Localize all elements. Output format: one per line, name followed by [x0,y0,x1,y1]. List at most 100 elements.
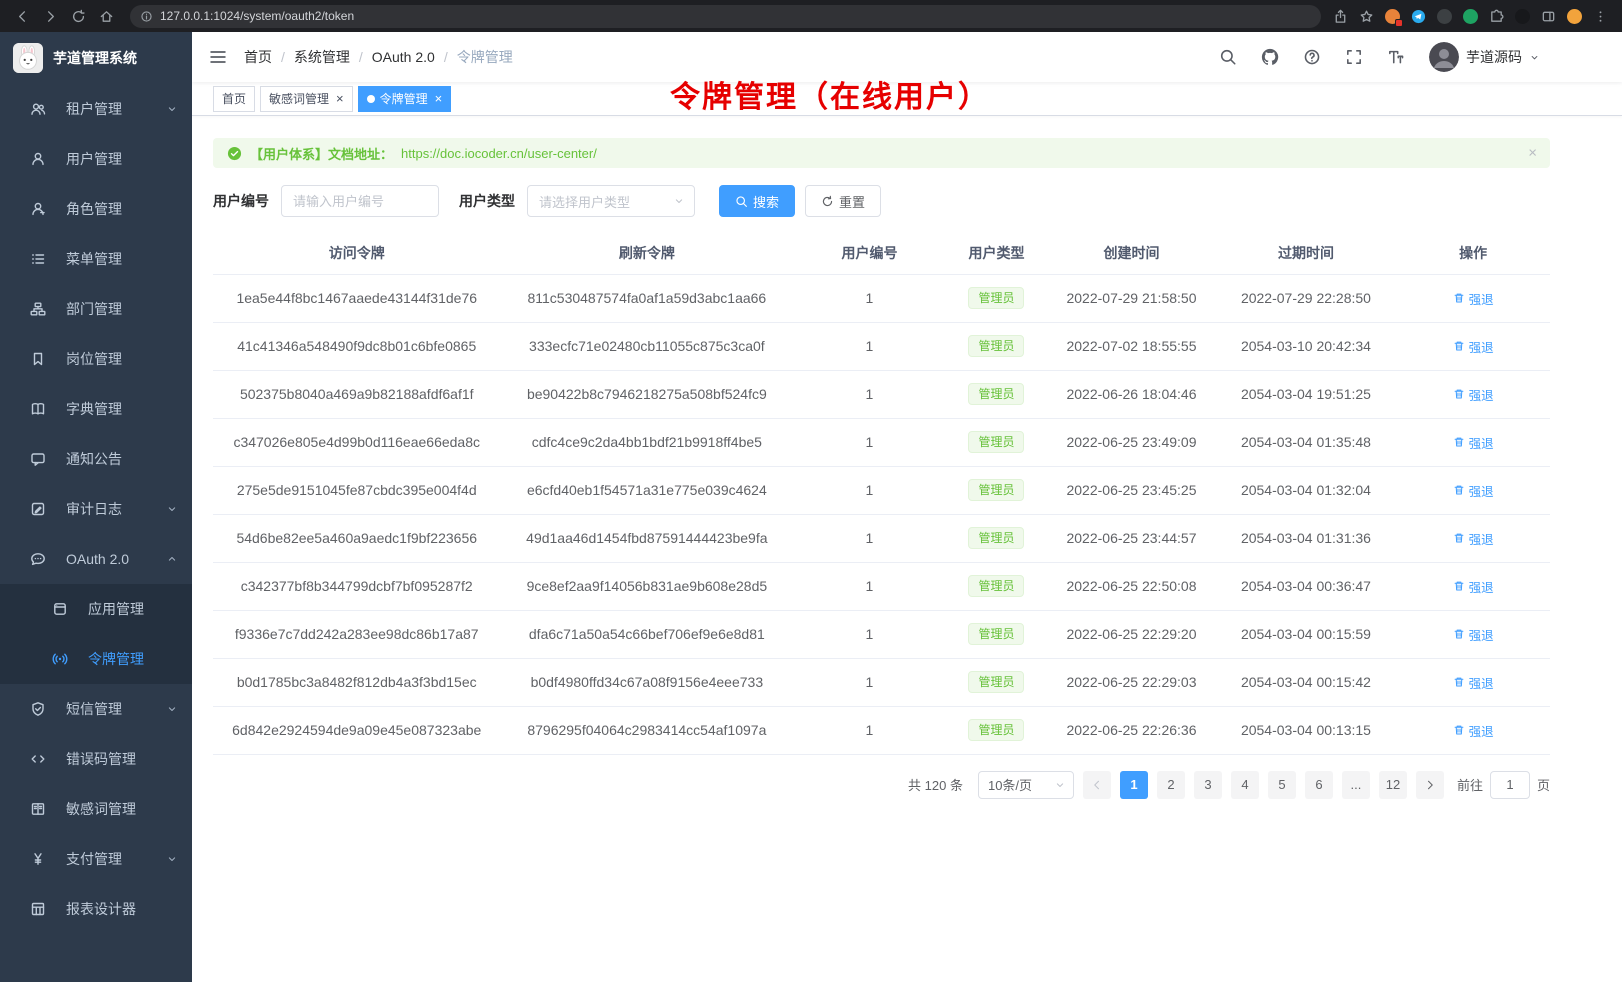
force-logout-button[interactable]: 强退 [1453,481,1494,500]
goto-page-input[interactable] [1490,771,1530,799]
user-type-cell: 管理员 [946,658,1048,706]
browser-nav-buttons [10,4,118,28]
reload-icon[interactable] [66,4,90,28]
table-row: f9336e7c7dd242a283ee98dc86b17a87dfa6c71a… [213,610,1550,658]
expire-time-cell: 2054-03-04 19:51:25 [1216,370,1396,418]
user-id-cell: 1 [793,610,945,658]
app-logo[interactable]: 芋道管理系统 [0,32,192,84]
search-icon[interactable] [1219,48,1237,66]
submenu-oauth2: 应用管理令牌管理 [0,584,192,684]
bookmark-star-icon[interactable] [1359,9,1374,24]
sidebar-item-dict[interactable]: 字典管理 [0,384,192,434]
access-token-cell: 275e5de9151045fe87cbdc395e004f4d [213,466,500,514]
force-logout-button[interactable]: 强退 [1453,385,1494,404]
browser-menu-icon[interactable] [1593,9,1608,24]
sidebar-item-oauth2[interactable]: OAuth 2.0 [0,534,192,584]
caret-up-icon [166,553,178,565]
annotation-text: 令牌管理（在线用户） [670,72,990,116]
github-icon[interactable] [1261,48,1279,66]
active-tab-dot [367,95,375,103]
user-type-label: 用户类型 [459,191,515,211]
extension-black-icon[interactable] [1515,9,1530,24]
tab-home[interactable]: 首页 [213,86,255,112]
extension-dark-icon[interactable] [1437,9,1452,24]
pages-ellipsis[interactable]: ... [1342,771,1370,799]
user-type-badge: 管理员 [968,527,1024,549]
extension-orange-icon[interactable] [1385,9,1400,24]
question-icon[interactable] [1303,48,1321,66]
search-icon [735,195,748,208]
tab-token[interactable]: 令牌管理× [358,86,452,112]
user-type-placeholder: 请选择用户类型 [539,192,630,211]
prev-page-button[interactable] [1083,771,1111,799]
force-logout-button[interactable]: 强退 [1453,337,1494,356]
sidebar-item-report-designer[interactable]: 报表设计器 [0,884,192,934]
book-icon [30,401,46,417]
page-button-6[interactable]: 6 [1305,771,1333,799]
sidebar-item-oauth2-token[interactable]: 令牌管理 [0,634,192,684]
fullscreen-icon[interactable] [1345,48,1363,66]
home-icon[interactable] [94,4,118,28]
alert-close-icon[interactable]: × [1528,145,1537,162]
delete-icon [1453,484,1465,496]
breadcrumb-item[interactable]: 首页 [244,47,272,67]
tab-close-icon[interactable]: × [336,92,344,105]
force-logout-button[interactable]: 强退 [1453,673,1494,692]
page-size-select[interactable]: 10条/页 [978,771,1074,799]
sidebar-item-error-code[interactable]: 错误码管理 [0,734,192,784]
goto-label: 前往 [1457,775,1483,794]
force-logout-button[interactable]: 强退 [1453,721,1494,740]
page-button-12[interactable]: 12 [1379,771,1407,799]
next-page-button[interactable] [1416,771,1444,799]
user-type-select[interactable]: 请选择用户类型 [527,185,695,217]
extension-telegram-icon[interactable] [1411,9,1426,24]
user-menu[interactable]: 芋道源码 [1429,42,1540,72]
browser-profile-avatar[interactable] [1567,9,1582,24]
sidebar-item-menu[interactable]: 菜单管理 [0,234,192,284]
sidebar-item-user[interactable]: 用户管理 [0,134,192,184]
tab-close-icon[interactable]: × [435,92,443,105]
page-button-1[interactable]: 1 [1120,771,1148,799]
force-logout-button[interactable]: 强退 [1453,625,1494,644]
forward-icon[interactable] [38,4,62,28]
sidebar-collapse-icon[interactable] [208,47,228,67]
font-size-icon[interactable] [1387,48,1405,66]
force-logout-button[interactable]: 强退 [1453,577,1494,596]
page-button-2[interactable]: 2 [1157,771,1185,799]
refresh-token-cell: 9ce8ef2aa9f14056b831ae9b608e28d5 [500,562,793,610]
site-info-icon[interactable] [140,10,153,23]
back-icon[interactable] [10,4,34,28]
column-header: 操作 [1396,233,1550,274]
sidebar-item-role[interactable]: 角色管理 [0,184,192,234]
page-button-3[interactable]: 3 [1194,771,1222,799]
page-button-5[interactable]: 5 [1268,771,1296,799]
sidebar-item-oauth2-app[interactable]: 应用管理 [0,584,192,634]
sidebar-item-sms[interactable]: 短信管理 [0,684,192,734]
sidebar-item-pay[interactable]: 支付管理 [0,834,192,884]
sidebar-item-dept[interactable]: 部门管理 [0,284,192,334]
breadcrumb-item[interactable]: OAuth 2.0 [372,49,435,65]
page-button-4[interactable]: 4 [1231,771,1259,799]
user-id-input[interactable] [281,185,439,217]
sidebar-item-post[interactable]: 岗位管理 [0,334,192,384]
delete-icon [1453,676,1465,688]
split-view-icon[interactable] [1541,9,1556,24]
force-logout-button[interactable]: 强退 [1453,433,1494,452]
search-button[interactable]: 搜索 [719,185,795,217]
address-bar[interactable]: 127.0.0.1:1024/system/oauth2/token [130,5,1321,28]
sidebar-item-sensitive-word[interactable]: 敏感词管理 [0,784,192,834]
breadcrumb-item[interactable]: 系统管理 [294,47,350,67]
extension-green-icon[interactable] [1463,9,1478,24]
share-icon[interactable] [1333,9,1348,24]
sidebar-item-tenant[interactable]: 租户管理 [0,84,192,134]
reset-button[interactable]: 重置 [805,185,881,217]
force-logout-button[interactable]: 强退 [1453,529,1494,548]
force-logout-button[interactable]: 强退 [1453,289,1494,308]
sidebar-item-audit-log[interactable]: 审计日志 [0,484,192,534]
sidebar-item-notice[interactable]: 通知公告 [0,434,192,484]
extensions-puzzle-icon[interactable] [1489,9,1504,24]
alert-link[interactable]: https://doc.iocoder.cn/user-center/ [401,146,597,161]
user-type-cell: 管理员 [946,322,1048,370]
tab-sensitive-word[interactable]: 敏感词管理× [260,86,353,112]
delete-icon [1453,388,1465,400]
